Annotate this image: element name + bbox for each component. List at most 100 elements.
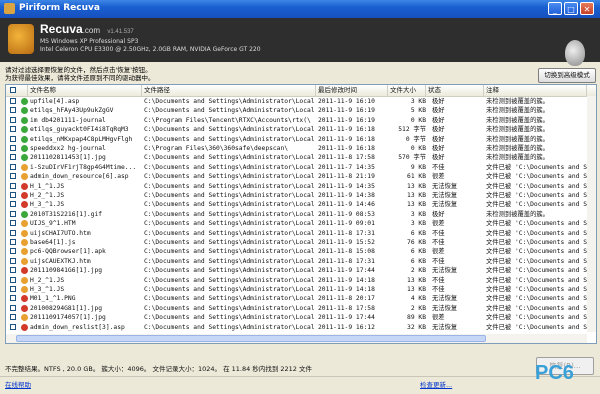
cell-name: etilqs_nMKxpap4C8pLMHgvFlgh [30, 135, 133, 143]
cell-note: 未检测到被覆盖的簇。 [486, 107, 549, 115]
table-row[interactable]: admin_down_resource[6].asp C:\Documents a… [6, 172, 596, 181]
row-checkbox[interactable] [10, 276, 16, 283]
table-row[interactable]: i-SzuDIrVF1rjT8gp4G4Mtime... C:\Documents… [6, 163, 596, 172]
cell-name: 2011109841G6[1].jpg [30, 267, 103, 275]
row-checkbox[interactable] [10, 304, 16, 311]
status-dot-icon [21, 210, 28, 218]
table-row[interactable]: H_2_^1.JS C:\Documents and Settings\Admin… [6, 191, 596, 200]
row-checkbox[interactable] [10, 107, 16, 114]
row-checkbox[interactable] [10, 182, 16, 189]
table-row[interactable]: H_2_^1.JS C:\Documents and Settings\Admin… [6, 276, 596, 285]
horizontal-scrollbar[interactable] [6, 334, 587, 343]
minimize-button[interactable]: _ [548, 2, 562, 15]
column-comment[interactable]: 注释 [484, 85, 587, 96]
row-checkbox[interactable] [10, 126, 16, 133]
cell-date: 2011-11-9 16:18 [318, 126, 375, 134]
table-row[interactable]: 2010T31S2216[1].gif C:\Documents and Sett… [6, 210, 596, 219]
row-checkbox[interactable] [10, 314, 16, 321]
maximize-button[interactable]: □ [564, 2, 578, 15]
row-checkbox[interactable] [10, 239, 16, 245]
cell-status: 无法恢复 [432, 323, 458, 331]
cell-path: C:\Documents and Settings\Administrator\… [144, 173, 316, 181]
row-checkbox[interactable] [10, 98, 16, 104]
cell-status: 无法恢复 [432, 182, 458, 190]
column-modified[interactable]: 最后修改时间 [316, 85, 388, 96]
row-checkbox[interactable] [10, 116, 16, 123]
instruction-line-1: 请对过滤选择要恢复的文件，然后点击'恢复'按钮。 [5, 66, 152, 74]
cell-date: 2011-11-9 14:38 [318, 192, 375, 199]
table-row[interactable]: 201008294G81[1].jpg C:\Documents and Sett… [6, 304, 596, 313]
cell-path: C:\Documents and Settings\Administrator\… [144, 248, 316, 256]
row-checkbox[interactable] [10, 173, 16, 180]
table-row[interactable]: uijsCHAI7UTO.htm C:\Documents and Setting… [6, 229, 596, 238]
row-checkbox[interactable] [10, 248, 16, 255]
row-checkbox[interactable] [10, 163, 16, 170]
cell-note: 文件已被 'C:\Documents and S [486, 286, 587, 293]
table-row[interactable]: uijsCAUEXTKJ.htm C:\Documents and Setting… [6, 257, 596, 266]
cell-date: 2011-11-7 14:35 [318, 163, 375, 171]
row-checkbox[interactable] [10, 135, 16, 142]
row-checkbox[interactable] [10, 323, 16, 330]
table-row[interactable]: H_3_^1.JS C:\Documents and Settings\Admin… [6, 200, 596, 209]
brand-text: Recuva [40, 22, 83, 36]
table-row[interactable]: etilqs_hFAy43Up9ukZgGV C:\Documents and S… [6, 106, 596, 115]
table-row[interactable]: 2011109174057[1].jpg C:\Documents and Set… [6, 313, 596, 322]
row-checkbox[interactable] [10, 286, 16, 292]
table-row[interactable]: im db4201111-journal C:\Program Files\Ten… [6, 116, 596, 125]
row-checkbox[interactable] [10, 154, 16, 161]
row-checkbox[interactable] [10, 192, 16, 198]
table-row[interactable]: speeddxx2 hg-journal C:\Program Files\360… [6, 144, 596, 153]
status-dot-icon [21, 314, 28, 322]
table-row[interactable]: H_3_^1.JS C:\Documents and Settings\Admin… [6, 285, 596, 294]
cell-note: 文件已被 'C:\Documents and S [486, 248, 587, 256]
cell-note: 文件已被 'C:\Documents and S [486, 304, 587, 312]
table-row[interactable]: M01_1_^1.PNG C:\Documents and Settings\Ad… [6, 294, 596, 303]
cell-date: 2011-11-9 16:10 [318, 98, 375, 105]
cell-date: 2011-11-9 14:18 [318, 276, 375, 284]
column-path[interactable]: 文件路径 [142, 85, 316, 96]
row-checkbox[interactable] [10, 267, 16, 274]
table-row[interactable]: upfile[4].asp C:\Documents and Settings\A… [6, 97, 596, 106]
cell-name: upfile[4].asp [30, 98, 80, 105]
row-checkbox[interactable] [10, 220, 16, 227]
table-row[interactable]: 2011102811453[1].jpg C:\Documents and Set… [6, 153, 596, 162]
file-list[interactable]: 文件名称 文件路径 最后修改时间 文件大小 状态 注释 upfile[4].as… [5, 84, 597, 344]
scroll-thumb[interactable] [16, 335, 486, 342]
row-checkbox[interactable] [10, 257, 16, 264]
switch-advanced-mode-button[interactable]: 切换到高级模式 [538, 68, 596, 83]
select-all-checkbox[interactable] [10, 87, 16, 93]
close-button[interactable]: ✕ [580, 2, 594, 15]
cell-note: 未检测到被覆盖的簇。 [486, 145, 549, 152]
row-checkbox[interactable] [10, 229, 16, 236]
table-row[interactable]: UIJS_9^1.HTM C:\Documents and Settings\Ad… [6, 219, 596, 228]
column-filename[interactable]: 文件名称 [28, 85, 142, 96]
row-checkbox[interactable] [10, 145, 16, 151]
column-state[interactable]: 状态 [426, 85, 484, 96]
table-row[interactable]: base64[1].js C:\Documents and Settings\Ad… [6, 238, 596, 247]
column-size[interactable]: 文件大小 [388, 85, 426, 96]
cell-note: 文件已被 'C:\Documents and S [486, 201, 587, 209]
cell-status: 无法恢复 [432, 201, 458, 209]
table-row[interactable]: etilqs_guyackt0FI4i8TqRqM3 C:\Documents a… [6, 125, 596, 134]
table-row[interactable]: etilqs_nMKxpap4C8pLMHgvFlgh C:\Documents … [6, 135, 596, 144]
status-dot-icon [21, 286, 28, 293]
cell-status: 很差 [432, 173, 445, 181]
status-dot-icon [21, 201, 28, 209]
cell-name: uijsCAUEXTKJ.htm [30, 257, 91, 265]
table-row[interactable]: pc6-QQBrowser[1].apk C:\Documents and Set… [6, 247, 596, 256]
row-checkbox[interactable] [10, 210, 16, 217]
header-checkbox-cell[interactable] [6, 85, 28, 96]
row-checkbox[interactable] [10, 295, 16, 302]
online-help-link[interactable]: 在线帮助 [5, 379, 31, 389]
row-checkbox[interactable] [10, 201, 16, 208]
title-bar: Piriform Recuva _ □ ✕ [0, 0, 600, 18]
vertical-scrollbar[interactable] [587, 96, 596, 332]
table-row[interactable]: admin_down_reslist[3].asp C:\Documents an… [6, 323, 596, 332]
table-row[interactable]: 2011109841G6[1].jpg C:\Documents and Sett… [6, 266, 596, 275]
cell-date: 2011-11-9 16:12 [318, 323, 375, 331]
table-row[interactable]: H_1_^1.JS C:\Documents and Settings\Admin… [6, 182, 596, 191]
app-icon [4, 3, 15, 14]
cell-note: 未检测到被覆盖的簇。 [486, 116, 549, 124]
cell-date: 2011-11-8 17:31 [318, 229, 375, 237]
check-updates-link[interactable]: 检查更新... [420, 379, 452, 389]
